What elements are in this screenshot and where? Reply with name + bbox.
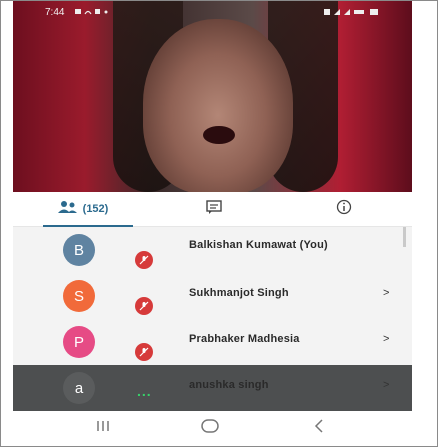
chevron-right-icon[interactable]: >	[383, 287, 389, 299]
participants-icon	[57, 200, 78, 219]
speaker-face	[143, 19, 293, 192]
avatar-initial: B	[73, 241, 84, 259]
participant-row-1[interactable]: B Balkishan Kumawat (You)	[13, 227, 412, 273]
status-bar: 7:44	[13, 1, 412, 23]
participant-name: Prabhaker Madhesia	[189, 333, 300, 345]
tab-info[interactable]	[319, 192, 369, 226]
tab-participants[interactable]: (152)	[33, 192, 133, 227]
home-icon[interactable]	[201, 419, 219, 437]
participant-count: (152)	[82, 203, 109, 215]
mic-muted-icon	[135, 343, 153, 361]
back-icon[interactable]	[313, 419, 325, 437]
participant-row-4[interactable]: a ... anushka singh >	[13, 365, 412, 411]
participant-avatar-4: a	[63, 372, 95, 404]
participant-row-3[interactable]: P Prabhaker Madhesia >	[13, 319, 412, 365]
info-icon	[336, 199, 352, 220]
status-time: 7:44	[45, 7, 65, 18]
chevron-right-icon[interactable]: >	[383, 379, 389, 391]
android-nav-bar	[13, 411, 412, 446]
participant-list[interactable]: B Balkishan Kumawat (You) S Sukhmanjot S…	[13, 227, 412, 411]
speaker-mouth	[203, 126, 235, 144]
recent-apps-icon[interactable]	[95, 419, 111, 437]
mic-muted-icon	[135, 251, 153, 269]
participant-row-2[interactable]: S Sukhmanjot Singh >	[13, 273, 412, 319]
video-feed[interactable]: 7:44	[13, 1, 412, 192]
status-system-icons	[324, 7, 382, 20]
participant-avatar-3: P	[63, 326, 95, 358]
meeting-tabs: (152)	[13, 192, 412, 227]
status-notification-icons	[73, 7, 113, 20]
speaking-indicator-icon: ...	[137, 383, 152, 399]
mic-muted-icon	[135, 297, 153, 315]
app-frame: 7:44 (152) B Balkishan Kumawat (You) S S…	[0, 0, 438, 447]
chevron-right-icon[interactable]: >	[383, 333, 389, 345]
participant-avatar-2: S	[63, 280, 95, 312]
avatar-initial: a	[74, 379, 84, 397]
participant-name: Balkishan Kumawat (You)	[189, 239, 328, 251]
participant-name: Sukhmanjot Singh	[189, 287, 289, 299]
chat-icon	[206, 199, 222, 219]
participant-name: anushka singh	[189, 379, 269, 391]
participant-avatar-1: B	[63, 234, 95, 266]
tab-chat[interactable]	[189, 192, 239, 226]
avatar-initial: P	[73, 333, 84, 351]
avatar-initial: S	[73, 287, 84, 305]
